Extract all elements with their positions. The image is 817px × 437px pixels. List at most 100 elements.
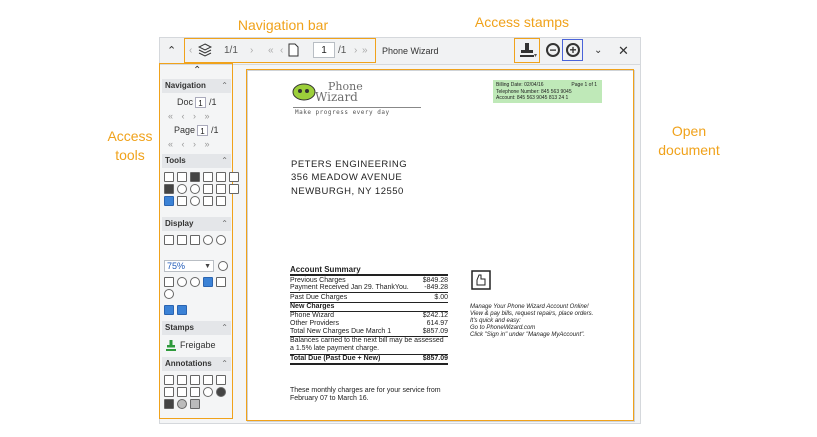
documents-stack-icon[interactable] [198,43,212,57]
navigation-toolbar: ⌃ ‹ 1/1 › « ‹ 1 /1 › » Phone Wizard ▾ − … [160,38,640,65]
filled-ellipse-icon[interactable] [216,387,226,397]
doc-number-input[interactable]: 1 [195,97,206,108]
display-grid-3 [164,305,240,315]
search-icon[interactable] [177,184,187,194]
display-grid [164,235,240,245]
callout-access-stamps: Access stamps [474,14,570,30]
delete-annotation-icon[interactable] [177,375,187,385]
section-tools[interactable]: Tools ⌃ [162,154,231,168]
continuous-scroll-icon[interactable] [164,305,174,315]
stamp-icon[interactable] [519,42,535,59]
callout-open-document: Open document [656,122,722,160]
freigabe-stamp-icon[interactable] [166,340,176,351]
rotate-left-icon[interactable] [177,277,187,287]
next-page-icon[interactable]: › [354,42,357,60]
page-navigation-arrows[interactable]: « ‹ › » [168,139,213,149]
text-select-icon[interactable] [216,277,226,287]
signature-icon[interactable] [203,196,213,206]
layout-icon[interactable] [203,184,213,194]
rectangle-icon[interactable] [190,387,200,397]
ellipse-icon[interactable] [203,387,213,397]
blank-slot-3 [229,387,239,397]
link-icon[interactable] [216,196,226,206]
next-document-icon[interactable]: › [250,42,253,60]
fit-height-icon[interactable] [190,235,200,245]
export-icon[interactable] [216,184,226,194]
blank-slot [229,277,239,287]
callout-open-document-line1: Open [671,123,707,139]
doc-total: /1 [209,97,217,107]
callout-access-tools: Access tools [102,127,158,165]
page-icon [288,43,299,57]
blank-slot-2 [229,375,239,385]
first-page-icon[interactable]: « [268,42,274,60]
page-total: /1 [338,45,347,56]
document-counter: 1/1 [224,45,238,56]
pdf-viewer-window: ⌃ ‹ 1/1 › « ‹ 1 /1 › » Phone Wizard ▾ − … [159,37,641,424]
find-icon[interactable] [190,184,200,194]
zoom-in-small-icon[interactable] [216,235,226,245]
import-icon[interactable] [229,184,239,194]
collapse-up-icon[interactable]: ⌃ [167,42,176,60]
section-navigation[interactable]: Navigation ⌃ [162,79,231,93]
freehand-icon[interactable] [216,375,226,385]
callout-access-tools-line1: Access [107,128,153,144]
last-page-icon[interactable]: » [362,42,368,60]
gray-square-icon[interactable] [190,399,200,409]
chevron-down-icon[interactable]: ⌄ [594,42,602,60]
zoom-in-icon[interactable]: + [566,43,580,57]
close-icon[interactable]: ✕ [618,42,629,60]
gray-circle-icon[interactable] [177,399,187,409]
page-number-input[interactable]: 1 [313,42,335,58]
access-tools-panel: ⌃ Navigation ⌃ Doc 1 /1 « ‹ › » Page 1 /1… [159,63,239,423]
zoom-tool-icon[interactable] [218,261,228,271]
pan-icon[interactable] [164,289,174,299]
page-label: Page [174,125,196,135]
document-title: Phone Wizard [382,46,439,56]
clipboard-icon[interactable] [177,196,187,206]
print-icon[interactable] [190,172,200,182]
callout-navigation-bar: Navigation bar [237,17,329,33]
save-icon[interactable] [164,172,174,182]
arrow-icon[interactable] [177,387,187,397]
two-page-icon[interactable] [177,305,187,315]
section-annotations[interactable]: Annotations ⌃ [162,357,231,371]
save-view-icon[interactable] [164,277,174,287]
callout-open-document-line2: document [658,142,720,158]
section-stamps[interactable]: Stamps ⌃ [162,321,231,335]
rotate-right-icon[interactable] [190,277,200,287]
select-tool-icon[interactable] [203,277,213,287]
annotations-grid [164,375,240,409]
fit-width-icon[interactable] [164,235,174,245]
page-count: /1 [211,125,219,135]
mail-icon[interactable] [203,172,213,182]
tools-grid [164,172,240,206]
history-icon[interactable] [190,196,200,206]
section-display[interactable]: Display ⌃ [162,217,231,231]
zoom-out-small-icon[interactable] [203,235,213,245]
doc-label: Doc [177,97,194,107]
text-recognition-icon[interactable] [164,196,174,206]
fit-page-icon[interactable] [177,235,187,245]
page-number-field[interactable]: 1 [197,125,208,136]
properties-icon[interactable] [229,172,239,182]
zoom-out-icon[interactable]: − [546,43,560,57]
filled-rectangle-icon[interactable] [164,399,174,409]
text-annotation-icon[interactable] [190,375,200,385]
stamp-freigabe[interactable]: Freigabe [180,340,216,351]
zoom-select[interactable]: 75% ▼ [164,260,214,272]
open-document-highlight [246,69,634,421]
stamp-dropdown-icon[interactable]: ▾ [534,47,537,65]
previous-page-icon[interactable]: ‹ [280,42,283,60]
highlighter-icon[interactable] [203,375,213,385]
thumbnails-icon[interactable] [164,184,174,194]
pencil-icon[interactable] [177,172,187,182]
doc-navigation-arrows[interactable]: « ‹ › » [168,111,213,121]
callout-access-tools-line2: tools [115,147,145,163]
display-grid-2 [164,277,240,299]
prev-document-icon[interactable]: ‹ [189,42,192,60]
page-info-icon[interactable] [216,172,226,182]
panel-collapse-icon[interactable]: ⌃ [193,65,201,76]
pointer-icon[interactable] [164,375,174,385]
line-icon[interactable] [164,387,174,397]
